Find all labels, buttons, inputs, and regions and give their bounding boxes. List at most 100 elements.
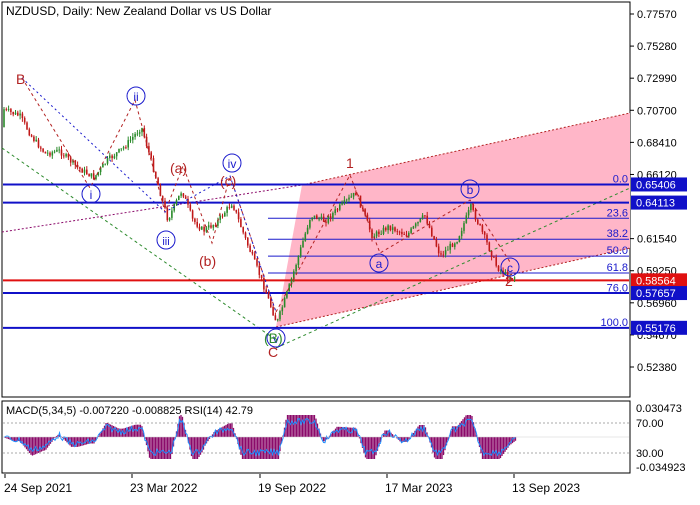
candle-body-127 (295, 264, 297, 272)
candle-body-188 (435, 239, 438, 247)
candle-body-54 (127, 140, 129, 148)
candle-body-129 (299, 247, 302, 257)
candle-body-51 (120, 148, 123, 150)
candle-body-130 (302, 240, 304, 248)
candle-body-189 (437, 246, 440, 254)
candle-body-63 (148, 146, 150, 153)
candle-body-167 (387, 225, 389, 231)
candle-body-170 (394, 227, 396, 232)
candle-body-174 (403, 234, 405, 235)
wave-label-a-paren: (a) (170, 160, 187, 176)
candle-body-192 (444, 250, 447, 255)
candle-body-13 (33, 136, 35, 142)
wave-label-c-paren: (c) (220, 173, 236, 189)
candle-body-70 (164, 200, 166, 208)
candle-body-7 (19, 113, 21, 116)
svg-text:b: b (467, 183, 474, 197)
candle-body-39 (92, 173, 95, 180)
candle-body-117 (272, 306, 274, 316)
fib-label-3: 50.0 (607, 245, 628, 257)
price-tick-0: 0.77570 (637, 9, 677, 21)
candle-body-169 (391, 227, 394, 231)
candle-body-134 (311, 217, 313, 220)
candle-body-146 (339, 204, 341, 210)
candle-body-211 (488, 242, 491, 251)
candle-body-52 (122, 147, 125, 149)
candle-body-79 (184, 196, 187, 199)
candle-body-28 (67, 154, 70, 158)
candle-body-111 (258, 265, 261, 275)
candle-body-205 (474, 209, 477, 220)
candle-body-202 (467, 210, 470, 216)
fib-label-2: 38.2 (607, 228, 628, 240)
candle-body-198 (458, 236, 461, 242)
candle-body-207 (479, 223, 481, 226)
candle-body-139 (322, 216, 325, 222)
candle-body-175 (405, 234, 408, 237)
candle-body-126 (293, 271, 295, 279)
candle-body-147 (341, 202, 343, 205)
candle-body-131 (304, 233, 307, 241)
candle-body-177 (410, 228, 412, 233)
price-axis[interactable]: 0.775700.752800.729900.707000.684100.661… (630, 9, 677, 374)
candle-body-45 (106, 157, 109, 164)
candle-body-25 (60, 149, 63, 156)
candle-body-115 (267, 293, 270, 299)
chart-title: NZDUSD, Daily: New Zealand Dollar vs US … (6, 4, 271, 18)
svg-text:iii: iii (162, 236, 169, 248)
time-tick-2: 19 Sep 2022 (258, 481, 326, 495)
candle-body-72 (168, 217, 171, 221)
candle-body-49 (115, 152, 118, 157)
candle-body-27 (65, 154, 67, 157)
candle-body-75 (175, 200, 178, 204)
candle-body-107 (249, 245, 251, 252)
candle-body-94 (219, 215, 221, 220)
chart-window[interactable]: 0.0 23.6 38.2 50.0 61.8 76.0 100.0 B ii i iii … (0, 0, 700, 500)
candle-body-122 (283, 297, 286, 308)
candle-body-67 (157, 178, 159, 186)
candle-body-138 (320, 216, 323, 219)
candle-body-143 (332, 213, 334, 219)
time-tick-0: 24 Sep 2021 (4, 481, 72, 495)
candle-body-200 (463, 223, 465, 231)
candle-body-118 (274, 315, 277, 321)
candle-body-64 (150, 152, 152, 159)
candle-body-208 (481, 225, 484, 232)
candle-body-196 (454, 243, 456, 247)
candle-body-37 (88, 174, 90, 177)
candle-body-222 (513, 277, 516, 279)
candle-body-84 (196, 221, 198, 227)
candle-body-31 (74, 160, 77, 165)
candle-body-89 (207, 225, 210, 228)
rsi-level-70-label: 70.00 (636, 418, 664, 430)
candle-body-36 (86, 169, 88, 175)
candle-body-23 (56, 149, 58, 152)
candle-body-104 (242, 227, 244, 233)
candle-body-2 (7, 109, 10, 110)
candle-body-16 (40, 147, 42, 149)
candle-body-120 (279, 311, 281, 320)
candle-body-40 (95, 175, 97, 180)
candle-body-91 (212, 225, 215, 228)
candle-body-132 (306, 227, 309, 234)
time-tick-4: 13 Sep 2023 (512, 481, 580, 495)
candle-body-103 (240, 219, 242, 228)
candle-body-148 (343, 200, 346, 203)
price-level-tags: 0.65406 0.64113 0.585640.57657 0.55176 (631, 177, 687, 335)
price-level-tag-4: 0.55176 (636, 323, 676, 335)
candle-body-209 (483, 231, 486, 235)
fib-label-1: 23.6 (607, 207, 628, 219)
candle-body-140 (325, 221, 327, 223)
candle-body-96 (224, 212, 226, 217)
time-axis[interactable]: 24 Sep 2021 23 Mar 2022 19 Sep 2022 17 M… (4, 474, 580, 495)
candle-body-112 (260, 274, 263, 278)
wave-label-B: B (16, 71, 25, 87)
candle-body-56 (132, 136, 134, 140)
price-tick-4: 0.68410 (637, 137, 677, 149)
candle-body-4 (12, 111, 14, 115)
svg-text:iv: iv (228, 157, 237, 171)
candle-body-155 (359, 195, 362, 208)
candle-body-21 (51, 152, 54, 156)
candle-body-100 (233, 205, 235, 210)
candle-body-73 (171, 210, 173, 218)
